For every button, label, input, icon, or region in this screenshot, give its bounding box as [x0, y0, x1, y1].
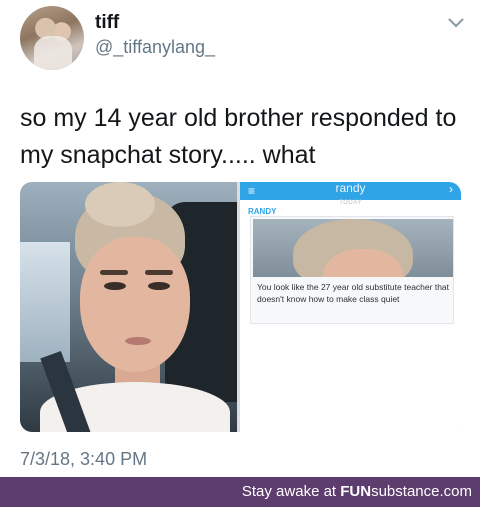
footer-tagline: Stay awake at: [241, 483, 341, 500]
footer-brand-bold: FUN: [340, 483, 372, 500]
chevron-right-icon[interactable]: ›: [449, 182, 453, 196]
car-window: [20, 242, 70, 362]
story-thumbnail: [253, 219, 453, 277]
tweet-card: tiff @_tiffanylang_ so my 14 year old br…: [0, 0, 480, 477]
avatar[interactable]: [20, 6, 84, 70]
day-label: TODAY: [339, 200, 362, 206]
eye-right: [148, 282, 170, 290]
author-handle[interactable]: @_tiffanylang_: [95, 37, 215, 58]
footer-brand-rest: substance: [371, 483, 440, 500]
snapchat-screenshot[interactable]: randy ≡ › TODAY RANDY You look like the …: [240, 182, 461, 432]
author-name[interactable]: tiff: [95, 12, 119, 34]
face: [80, 237, 190, 372]
hair-bun: [85, 182, 155, 227]
eyebrow-left: [100, 270, 128, 275]
chevron-down-icon[interactable]: [447, 16, 465, 30]
story-reply-card[interactable]: You look like the 27 year old substitute…: [250, 216, 454, 324]
reply-message: You look like the 27 year old substitute…: [257, 282, 450, 304]
tweet-header: tiff @_tiffanylang_: [20, 6, 465, 70]
lips: [125, 337, 151, 345]
eyebrow-right: [145, 270, 173, 275]
menu-icon[interactable]: ≡: [248, 184, 255, 198]
snapchat-top-bar: randy ≡ ›: [240, 182, 461, 200]
tweet-media[interactable]: randy ≡ › TODAY RANDY You look like the …: [20, 182, 461, 432]
footer-text: Stay awake at FUNsubstance.com: [242, 483, 472, 500]
watermark-footer: Stay awake at FUNsubstance.com: [0, 477, 480, 507]
selfie-photo[interactable]: [20, 182, 237, 432]
chat-empty-area: [240, 332, 461, 432]
eye-left: [104, 282, 126, 290]
tweet-timestamp[interactable]: 7/3/18, 3:40 PM: [20, 449, 147, 470]
footer-brand-suffix: .com: [439, 483, 472, 500]
chat-title: randy: [335, 182, 366, 195]
tweet-text: so my 14 year old brother responded to m…: [20, 104, 457, 169]
sender-label: RANDY: [248, 207, 277, 216]
